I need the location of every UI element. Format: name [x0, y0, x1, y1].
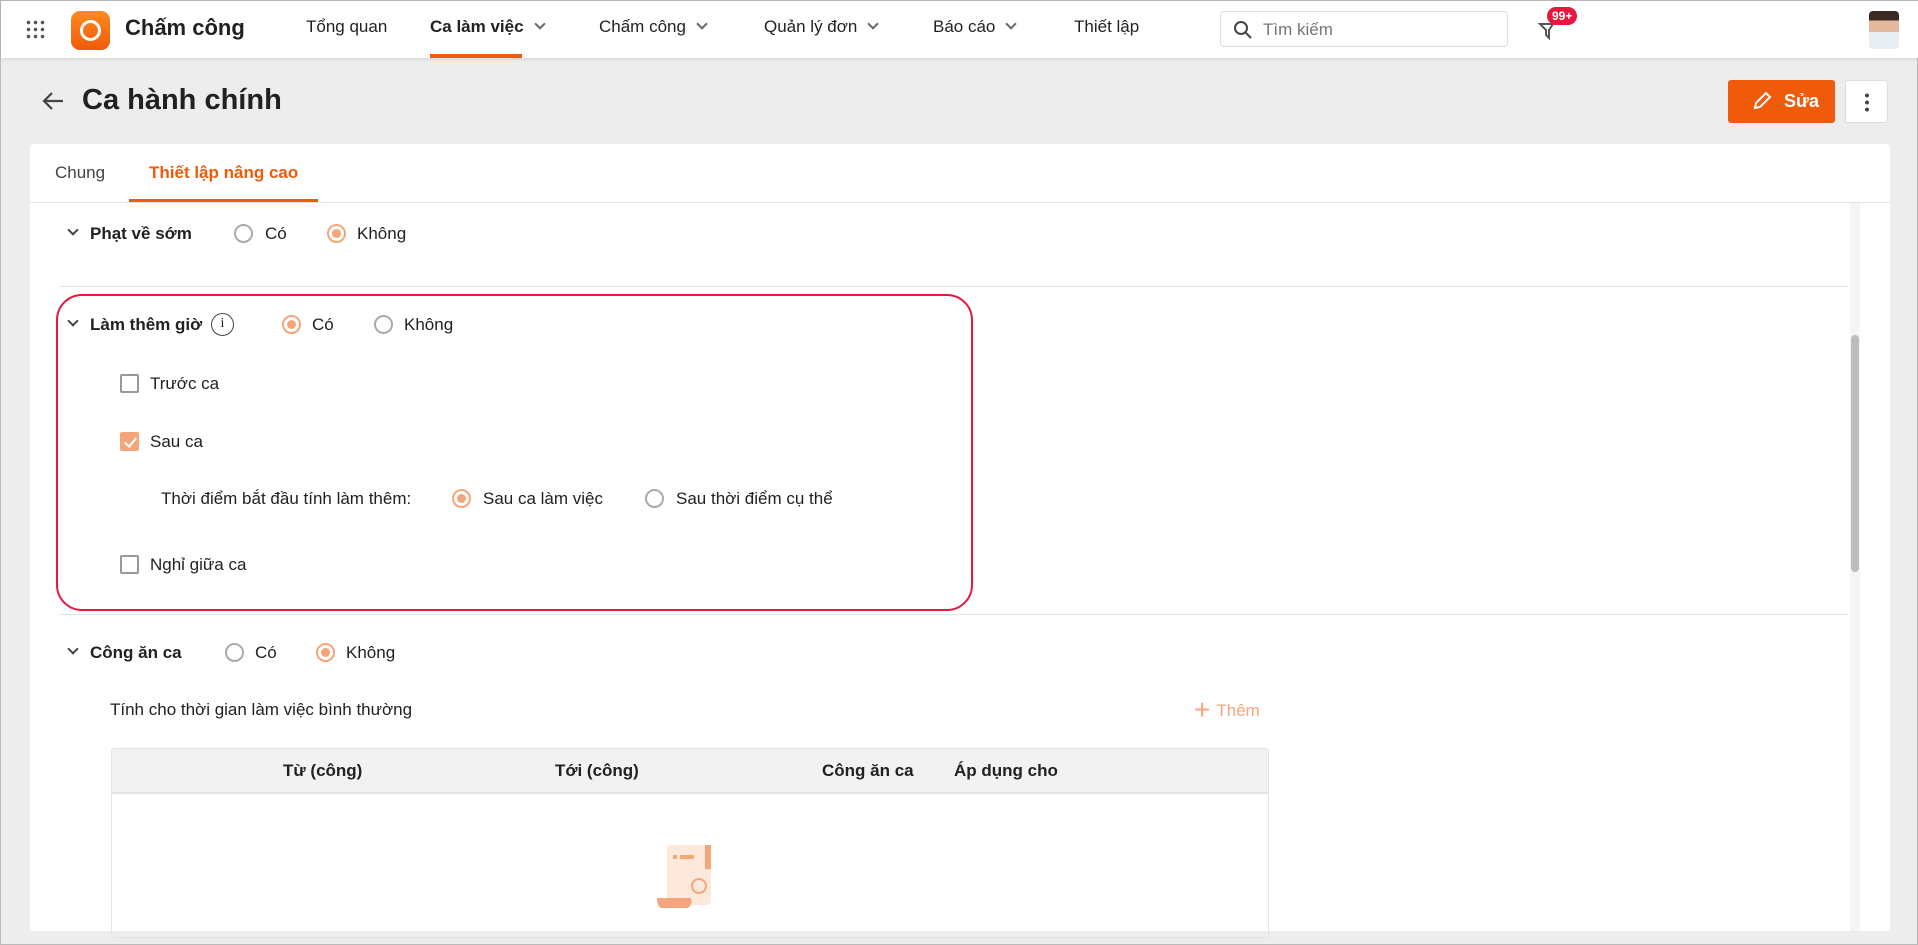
- back-arrow-icon[interactable]: [41, 90, 65, 112]
- early-leave-no-radio[interactable]: [327, 224, 346, 243]
- top-bar: Chấm công Tổng quan Ca làm việc Chấm côn…: [1, 1, 1918, 58]
- chevron-down-icon: [867, 18, 880, 30]
- overtime-no-radio[interactable]: [374, 315, 393, 334]
- early-leave-label: Phạt về sớm: [90, 224, 192, 243]
- early-leave-yes-radio[interactable]: [234, 224, 253, 243]
- nav-ca-lam-viec[interactable]: Ca làm việc: [430, 1, 546, 58]
- empty-state-icon: [657, 845, 711, 908]
- mid-shift-break-checkbox[interactable]: [120, 555, 139, 574]
- overtime-no-label: Không: [404, 315, 454, 334]
- tabs-divider: [30, 202, 1890, 203]
- meal-yes-radio[interactable]: [225, 643, 244, 662]
- page-title: Ca hành chính: [82, 84, 282, 116]
- pencil-icon: [1753, 91, 1772, 110]
- nav-cham-cong[interactable]: Chấm công: [599, 1, 708, 58]
- nav-thiet-lap[interactable]: Thiết lập: [1074, 1, 1139, 58]
- after-specific-time-label: Sau thời điểm cụ thể: [676, 489, 833, 508]
- overtime-yes-radio[interactable]: [282, 315, 301, 334]
- overtime-yes-label: Có: [312, 315, 334, 334]
- section-divider: [60, 614, 1848, 615]
- meal-sub-label: Tính cho thời gian làm việc bình thường: [110, 700, 413, 719]
- edit-button[interactable]: Sửa: [1728, 80, 1835, 123]
- nav-bao-cao[interactable]: Báo cáo: [933, 1, 1018, 58]
- meal-label: Công ăn ca: [90, 643, 182, 662]
- app-logo: [71, 11, 110, 50]
- meal-yes-label: Có: [255, 643, 277, 662]
- tab-thiet-lap-nang-cao[interactable]: Thiết lập nâng cao: [149, 163, 298, 183]
- after-shift-label: Sau ca: [150, 432, 203, 451]
- tab-chung[interactable]: Chung: [55, 163, 105, 183]
- chevron-down-icon: [533, 18, 546, 30]
- before-shift-label: Trước ca: [150, 374, 220, 393]
- before-shift-checkbox[interactable]: [120, 374, 139, 393]
- notification-badge: 99+: [1547, 7, 1578, 25]
- nav-quan-ly-don[interactable]: Quản lý đơn: [764, 1, 880, 58]
- search-box[interactable]: [1220, 11, 1508, 47]
- column-header-from: Từ (công): [283, 761, 363, 780]
- apps-grid-icon[interactable]: [25, 19, 45, 39]
- after-specific-time-radio[interactable]: [645, 489, 664, 508]
- nav-tong-quan[interactable]: Tổng quan: [306, 1, 387, 58]
- after-shift-checkbox[interactable]: [120, 432, 139, 451]
- avatar[interactable]: [1869, 11, 1899, 49]
- column-header-apply-to: Áp dụng cho: [954, 761, 1058, 780]
- search-input[interactable]: [1263, 18, 1493, 42]
- meal-no-label: Không: [346, 643, 396, 662]
- chevron-down-icon: [696, 18, 708, 30]
- early-leave-yes-label: Có: [265, 224, 287, 243]
- section-divider: [60, 286, 1848, 287]
- plus-icon: +: [1194, 694, 1211, 725]
- after-work-shift-radio[interactable]: [452, 489, 471, 508]
- active-nav-indicator: [430, 54, 522, 58]
- column-header-meal: Công ăn ca: [822, 761, 914, 780]
- after-work-shift-label: Sau ca làm việc: [483, 489, 603, 508]
- scrollbar-thumb[interactable]: [1851, 335, 1859, 572]
- early-leave-no-label: Không: [357, 224, 407, 243]
- mid-shift-break-label: Nghỉ giữa ca: [150, 555, 247, 574]
- overtime-label: Làm thêm giờ: [90, 315, 203, 334]
- chevron-down-icon: [1005, 18, 1018, 30]
- app-name: Chấm công: [125, 15, 245, 40]
- add-button[interactable]: + Thêm: [1194, 696, 1260, 724]
- column-header-to: Tới (công): [555, 761, 639, 780]
- more-options-button[interactable]: [1845, 80, 1888, 123]
- info-icon[interactable]: i: [211, 313, 234, 336]
- search-icon: [1234, 21, 1252, 39]
- meal-no-radio[interactable]: [316, 643, 335, 662]
- overtime-start-label: Thời điểm bắt đầu tính làm thêm:: [161, 489, 412, 508]
- more-vertical-icon: [1865, 92, 1869, 112]
